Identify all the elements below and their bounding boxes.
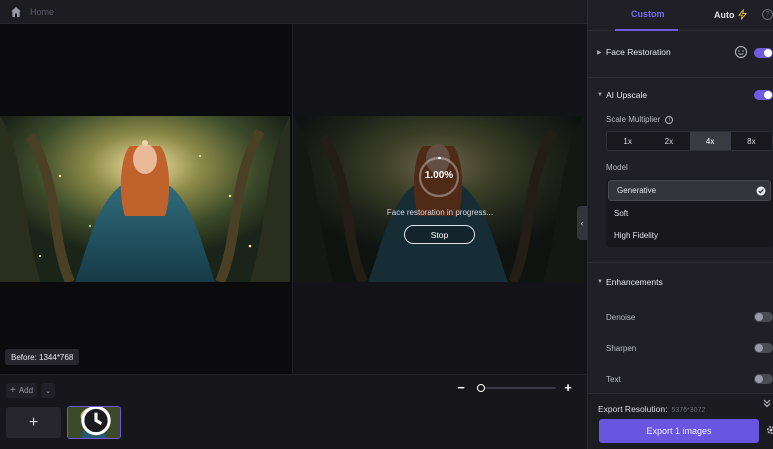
zoom-slider-track[interactable] bbox=[476, 387, 556, 389]
tab-auto[interactable]: Auto bbox=[714, 9, 747, 20]
processing-overlay bbox=[293, 116, 584, 282]
tab-custom[interactable]: Custom bbox=[631, 9, 665, 19]
caret-down-icon[interactable]: ▼ bbox=[597, 92, 603, 98]
export-button[interactable]: Export 1 images bbox=[599, 419, 759, 443]
ai-upscale-row[interactable]: ▼ AI Upscale bbox=[588, 88, 773, 102]
ai-upscale-toggle[interactable] bbox=[754, 90, 773, 100]
scale-option-2x[interactable]: 2x bbox=[648, 132, 689, 150]
breadcrumb-home[interactable]: Home bbox=[30, 7, 54, 17]
active-tab-indicator bbox=[615, 29, 678, 31]
home-icon[interactable] bbox=[10, 6, 22, 18]
chevron-left-icon: ‹ bbox=[580, 218, 584, 228]
sharpen-label: Sharpen bbox=[606, 344, 637, 353]
top-bar: Home bbox=[0, 0, 587, 24]
export-resolution: Export Resolution: 5376*3072 bbox=[598, 404, 705, 414]
denoise-toggle[interactable] bbox=[754, 312, 773, 322]
scale-multiplier-selector: 1x 2x 4x 8x bbox=[606, 131, 773, 151]
face-restoration-toggle[interactable] bbox=[754, 48, 773, 58]
add-button[interactable]: + Add bbox=[6, 383, 38, 398]
enhancements-row[interactable]: ▼ Enhancements bbox=[588, 275, 773, 289]
caret-down-icon[interactable]: ▼ bbox=[597, 279, 603, 285]
ai-upscale-label: AI Upscale bbox=[606, 90, 648, 100]
caret-right-icon[interactable]: ▶ bbox=[597, 49, 602, 56]
add-dropdown-button[interactable]: ⌄ bbox=[41, 383, 55, 398]
settings-panel: Custom Auto ? ▶ Face Restoration ▼ AI Up… bbox=[587, 0, 773, 449]
section-divider bbox=[588, 262, 773, 263]
face-restoration-label: Face Restoration bbox=[606, 47, 671, 57]
model-option-generative[interactable]: Generative bbox=[608, 180, 771, 201]
model-option-high-fidelity[interactable]: High Fidelity bbox=[606, 225, 773, 246]
check-icon bbox=[756, 186, 766, 196]
scale-multiplier-label: Scale Multiplier i bbox=[606, 115, 674, 124]
text-enhance-label: Text bbox=[606, 375, 621, 384]
progress-message: Face restoration in progress... bbox=[386, 208, 494, 217]
add-label: Add bbox=[18, 386, 34, 395]
model-option-label: Soft bbox=[614, 209, 629, 218]
bottom-strip: + Add ⌄ − + + bbox=[0, 374, 587, 449]
scale-option-1x[interactable]: 1x bbox=[607, 132, 648, 150]
preview-canvas: ‹ bbox=[0, 24, 587, 374]
before-resolution-badge: Before: 1344*768 bbox=[5, 349, 80, 365]
face-icon[interactable] bbox=[734, 45, 748, 59]
zoom-in-button[interactable]: + bbox=[563, 381, 573, 395]
clock-icon bbox=[81, 407, 111, 436]
tab-auto-label: Auto bbox=[714, 9, 735, 20]
zoom-out-button[interactable]: − bbox=[456, 381, 466, 395]
model-list: Generative Soft High Fidelity bbox=[606, 179, 773, 247]
stop-button[interactable]: Stop bbox=[404, 225, 475, 244]
chevron-down-icon: ⌄ bbox=[45, 387, 51, 395]
model-option-soft[interactable]: Soft bbox=[606, 203, 773, 224]
lightning-icon bbox=[737, 9, 747, 20]
section-divider bbox=[588, 77, 773, 78]
model-label: Model bbox=[606, 163, 628, 172]
scale-option-8x[interactable]: 8x bbox=[731, 132, 772, 150]
after-image bbox=[293, 116, 584, 282]
enhancements-label: Enhancements bbox=[606, 277, 663, 287]
sharpen-toggle[interactable] bbox=[754, 343, 773, 353]
mode-tabs: Custom Auto ? bbox=[588, 0, 773, 31]
scale-option-4x[interactable]: 4x bbox=[689, 132, 731, 150]
progress-percent: 1.00% bbox=[424, 170, 454, 181]
zoom-slider-thumb[interactable] bbox=[477, 384, 485, 392]
double-chevron-down-icon[interactable] bbox=[762, 398, 772, 408]
gear-icon[interactable] bbox=[765, 424, 773, 436]
denoise-label: Denoise bbox=[606, 313, 636, 322]
export-resolution-label: Export Resolution: bbox=[598, 404, 668, 414]
model-option-label: Generative bbox=[617, 186, 657, 195]
info-icon[interactable]: i bbox=[665, 115, 674, 124]
help-icon[interactable]: ? bbox=[762, 9, 773, 20]
image-thumbnail[interactable] bbox=[67, 406, 121, 439]
text-enhance-toggle[interactable] bbox=[754, 374, 773, 384]
add-image-tile[interactable]: + bbox=[6, 407, 61, 438]
scale-multiplier-text: Scale Multiplier bbox=[606, 115, 661, 124]
model-option-label: High Fidelity bbox=[614, 231, 659, 240]
before-image bbox=[0, 116, 290, 282]
export-resolution-value: 5376*3072 bbox=[671, 407, 706, 414]
plus-icon: + bbox=[10, 385, 16, 396]
